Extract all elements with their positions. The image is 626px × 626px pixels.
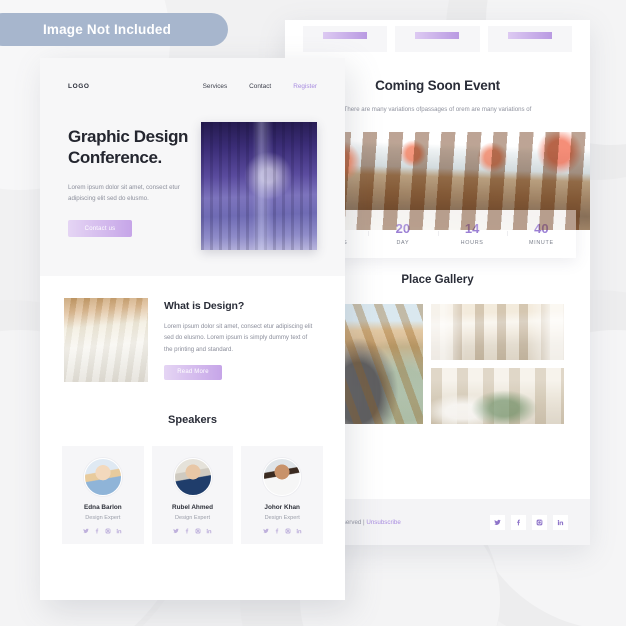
facebook-icon[interactable] bbox=[274, 528, 280, 534]
unsubscribe-link[interactable]: Unsubscribe bbox=[366, 519, 400, 526]
speakers-section: Speakers Edna Barlon Design Expert Rubel… bbox=[40, 404, 345, 574]
hero-body: Graphic Design Conference. Lorem ipsum d… bbox=[68, 120, 317, 250]
twitter-icon[interactable] bbox=[262, 528, 269, 534]
hero-copy: Graphic Design Conference. Lorem ipsum d… bbox=[68, 120, 191, 250]
speakers-row: Edna Barlon Design Expert Rubel Ahmed De… bbox=[62, 446, 324, 544]
top-card-strip bbox=[285, 20, 590, 52]
speaker-card[interactable]: Johor Khan Design Expert bbox=[241, 446, 324, 544]
countdown-value: 40 bbox=[534, 221, 549, 237]
facebook-icon[interactable] bbox=[511, 514, 526, 530]
speaker-social-links bbox=[83, 528, 122, 534]
countdown-cell: 40 MINUTE bbox=[506, 221, 576, 247]
about-heading: What is Design? bbox=[164, 300, 245, 312]
pill-button-3[interactable] bbox=[507, 32, 552, 39]
top-card bbox=[395, 26, 480, 52]
gallery-grid bbox=[311, 303, 564, 424]
screenshot-canvas: Coming Soon Event There are many variati… bbox=[0, 0, 626, 626]
countdown-label: HOURS bbox=[460, 240, 484, 247]
banquet-hall-photo[interactable] bbox=[431, 303, 564, 360]
speaker-social-links bbox=[173, 528, 212, 534]
linkedin-icon[interactable] bbox=[296, 528, 302, 534]
read-more-button[interactable]: Read More bbox=[164, 364, 222, 380]
front-page-preview: LOGO Services Contact Register Graphic D… bbox=[40, 58, 345, 600]
instagram-icon[interactable] bbox=[105, 528, 111, 534]
place-gallery-heading: Place Gallery bbox=[401, 273, 474, 286]
speaker-card[interactable]: Rubel Ahmed Design Expert bbox=[151, 446, 234, 544]
speaker-card[interactable]: Edna Barlon Design Expert bbox=[62, 446, 144, 544]
linkedin-icon[interactable] bbox=[116, 528, 122, 534]
nav-link-contact[interactable]: Contact bbox=[249, 83, 271, 90]
twitter-icon[interactable] bbox=[83, 528, 90, 534]
speaker-role: Design Expert bbox=[85, 515, 121, 521]
logo[interactable]: LOGO bbox=[68, 83, 90, 90]
hero-section: LOGO Services Contact Register Graphic D… bbox=[40, 58, 345, 276]
conference-hall-photo bbox=[201, 122, 317, 250]
avatar bbox=[263, 458, 302, 496]
speaker-name: Johor Khan bbox=[264, 504, 300, 511]
linkedin-icon[interactable] bbox=[553, 514, 568, 530]
speaker-role: Design Expert bbox=[264, 515, 300, 521]
countdown-label: MINUTE bbox=[528, 240, 554, 247]
footer-social-links bbox=[490, 514, 568, 530]
twitter-icon[interactable] bbox=[173, 528, 179, 534]
speaker-role: Design Expert bbox=[174, 515, 211, 521]
coming-soon-heading: Coming Soon Event bbox=[375, 78, 500, 93]
coming-soon-body: There are many variations ofpassages of … bbox=[343, 106, 532, 113]
banquet-tables-photo bbox=[64, 298, 148, 382]
nav-link-services[interactable]: Services bbox=[203, 83, 228, 90]
pill-button-2[interactable] bbox=[415, 32, 460, 39]
navbar: LOGO Services Contact Register bbox=[68, 72, 317, 100]
gallery-column-right bbox=[431, 303, 564, 424]
linkedin-icon[interactable] bbox=[206, 528, 212, 534]
about-section: What is Design? Lorem ipsum dolor sit am… bbox=[40, 276, 345, 404]
speakers-heading: Speakers bbox=[168, 414, 217, 426]
speaker-name: Edna Barlon bbox=[84, 504, 122, 511]
instagram-icon[interactable] bbox=[285, 528, 291, 534]
countdown-cell: 14 HOURS bbox=[437, 221, 507, 247]
facebook-icon[interactable] bbox=[184, 528, 190, 534]
about-copy: What is Design? Lorem ipsum dolor sit am… bbox=[164, 298, 317, 382]
countdown-cell: 20 DAY bbox=[368, 221, 437, 246]
about-body: Lorem ipsum dolor sit amet, consect etur… bbox=[164, 323, 313, 353]
countdown-value: 20 bbox=[395, 221, 411, 237]
twitter-icon[interactable] bbox=[490, 514, 505, 530]
speaker-social-links bbox=[262, 528, 302, 534]
speaker-name: Rubel Ahmed bbox=[172, 504, 213, 511]
contact-us-button[interactable]: Contact us bbox=[68, 220, 132, 238]
hero-subtitle: Lorem ipsum dolor sit amet, consect etur… bbox=[68, 183, 180, 202]
countdown-value: 14 bbox=[464, 221, 480, 237]
hero-title: Graphic Design Conference. bbox=[68, 127, 189, 168]
facebook-icon[interactable] bbox=[94, 528, 100, 534]
top-card bbox=[487, 26, 572, 52]
pill-button-1[interactable] bbox=[323, 32, 368, 39]
nav-link-register[interactable]: Register bbox=[293, 83, 317, 90]
nav-links: Services Contact Register bbox=[203, 83, 317, 90]
avatar bbox=[173, 458, 212, 496]
top-card bbox=[303, 26, 388, 52]
countdown-label: DAY bbox=[396, 240, 410, 247]
image-not-included-badge: Image Not Included bbox=[0, 13, 228, 46]
lobby-tables-photo[interactable] bbox=[431, 367, 564, 424]
instagram-icon[interactable] bbox=[195, 528, 201, 534]
avatar bbox=[83, 458, 122, 496]
instagram-icon[interactable] bbox=[532, 514, 547, 530]
